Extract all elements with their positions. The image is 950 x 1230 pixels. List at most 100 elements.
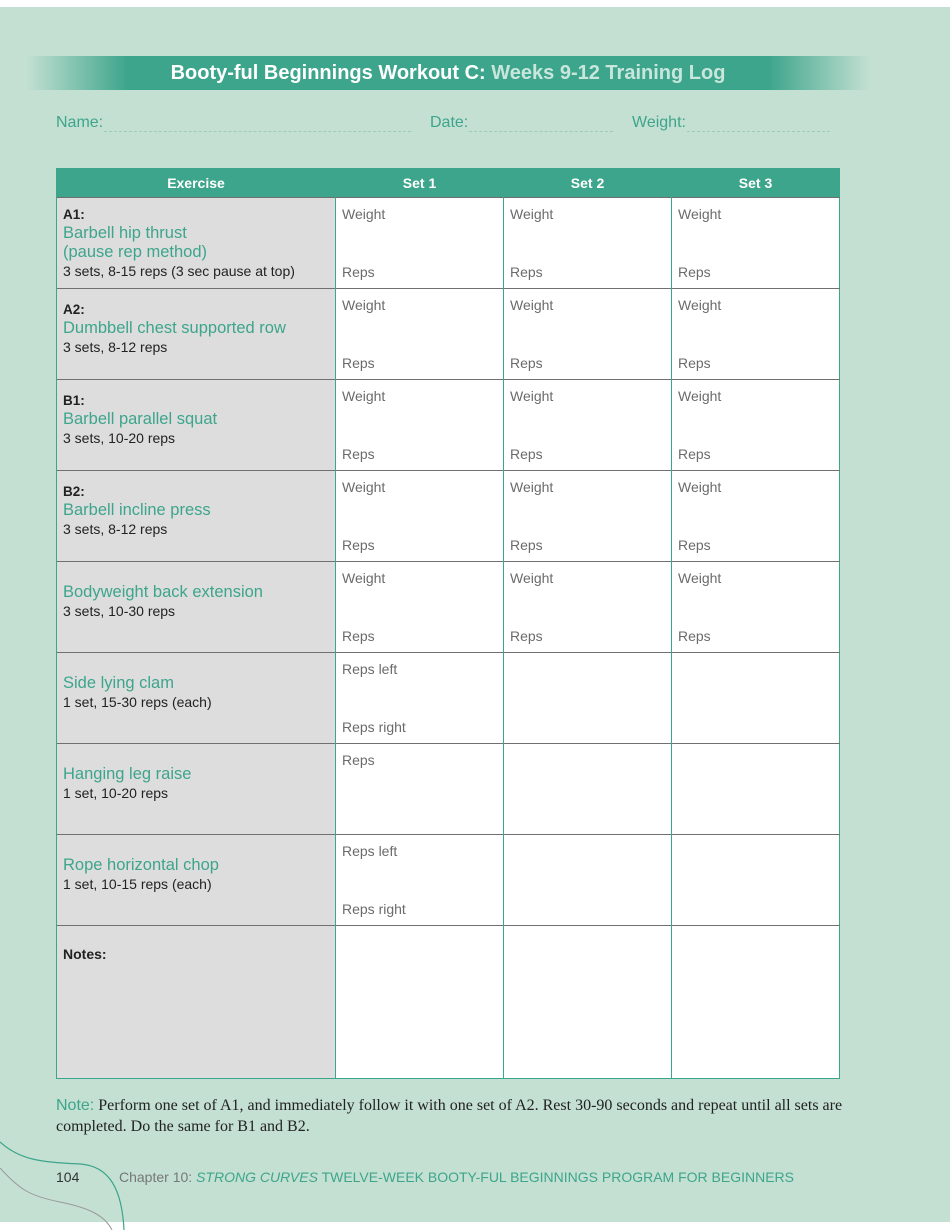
exercise-info: A1: Barbell hip thrust (pause rep method) 3… xyxy=(63,198,331,288)
set-3-cell[interactable]: Weight Reps xyxy=(671,561,840,653)
set-1-cell[interactable]: Weight Reps xyxy=(335,379,504,471)
notes-set-3-cell[interactable] xyxy=(671,925,840,1079)
cell-bottom-label: Reps xyxy=(678,537,711,553)
exercise-cell: A1: Barbell hip thrust (pause rep method) 3… xyxy=(56,197,336,289)
set-1-cell[interactable]: Weight Reps xyxy=(335,470,504,562)
set-2-cell[interactable]: Weight Reps xyxy=(503,561,672,653)
set-1-cell[interactable]: Weight Reps xyxy=(335,197,504,289)
cell-top-label: Weight xyxy=(342,388,386,404)
set-3-cell[interactable] xyxy=(671,652,840,744)
page-title-banner: Booty-ful Beginnings Workout C: Weeks 9-… xyxy=(26,56,870,90)
header-set-3: Set 3 xyxy=(671,168,840,198)
cell-bottom-label: Reps xyxy=(342,264,375,280)
set-2-cell[interactable]: Weight Reps xyxy=(503,379,672,471)
set-3-cell[interactable] xyxy=(671,834,840,926)
exercise-spec: 3 sets, 8-15 reps (3 sec pause at top) xyxy=(63,263,295,279)
exercise-name: Barbell hip thrust xyxy=(63,224,187,242)
cell-top-label: Weight xyxy=(510,388,554,404)
name-line[interactable] xyxy=(104,113,412,132)
exercise-spec: 3 sets, 8-12 reps xyxy=(63,521,168,537)
exercise-tag: A1: xyxy=(63,207,85,222)
notes-set-2-cell[interactable] xyxy=(503,925,672,1079)
cell-bottom-label: Reps xyxy=(510,628,543,644)
chapter-rest: TWELVE-WEEK BOOTY-FUL BEGINNINGS PROGRAM… xyxy=(317,1169,795,1185)
table-row: Rope horizontal chop 1 set, 10-15 reps (e… xyxy=(56,834,840,926)
weight-field[interactable]: Weight: xyxy=(632,113,830,132)
set-2-cell[interactable]: Weight Reps xyxy=(503,470,672,562)
table-header-row: Exercise Set 1 Set 2 Set 3 xyxy=(56,168,840,198)
cell-bottom-label: Reps xyxy=(678,628,711,644)
exercise-info: Bodyweight back extension 3 sets, 10-30 r… xyxy=(63,562,331,652)
set-1-cell[interactable]: Reps left Reps right xyxy=(335,834,504,926)
cell-top-label: Weight xyxy=(678,479,722,495)
header-set-2: Set 2 xyxy=(503,168,672,198)
cell-top-label: Weight xyxy=(510,479,554,495)
header-fields: Name: Date: Weight: xyxy=(56,113,838,135)
weight-line[interactable] xyxy=(686,113,830,132)
exercise-cell: A2: Dumbbell chest supported row 3 sets, 8… xyxy=(56,288,336,380)
cell-bottom-label: Reps xyxy=(342,355,375,371)
title-light: Weeks 9-12 Training Log xyxy=(491,62,726,84)
cell-top-label: Weight xyxy=(342,570,386,586)
exercise-info: Hanging leg raise 1 set, 10-20 reps xyxy=(63,744,331,834)
notes-row: Notes: xyxy=(56,925,840,1079)
cell-top-label: Reps left xyxy=(342,661,398,677)
table-row: Hanging leg raise 1 set, 10-20 reps Reps xyxy=(56,743,840,835)
exercise-spec: 3 sets, 10-20 reps xyxy=(63,430,176,446)
cell-top-label: Weight xyxy=(342,297,386,313)
cell-top-label: Weight xyxy=(342,206,386,222)
exercise-name: Hanging leg raise xyxy=(63,765,192,783)
exercise-cell: B2: Barbell incline press 3 sets, 8-12 rep… xyxy=(56,470,336,562)
set-2-cell[interactable] xyxy=(503,743,672,835)
header-set-1: Set 1 xyxy=(335,168,504,198)
exercise-tag: A2: xyxy=(63,302,85,317)
table-row: Side lying clam 1 set, 15-30 reps (each) R… xyxy=(56,652,840,744)
set-1-cell[interactable]: Reps left Reps right xyxy=(335,652,504,744)
exercise-spec: 3 sets, 10-30 reps xyxy=(63,603,176,619)
set-3-cell[interactable]: Weight Reps xyxy=(671,470,840,562)
exercise-name: Side lying clam xyxy=(63,674,174,692)
exercise-spec: 1 set, 15-30 reps (each) xyxy=(63,694,212,710)
title-bold: Booty-ful Beginnings xyxy=(170,62,373,84)
exercise-name: Rope horizontal chop xyxy=(63,856,219,874)
table-row: B1: Barbell parallel squat 3 sets, 10-20 r… xyxy=(56,379,840,471)
chapter-italic: STRONG CURVES xyxy=(196,1169,318,1185)
cell-bottom-label: Reps xyxy=(342,446,375,462)
set-1-cell[interactable]: Reps xyxy=(335,743,504,835)
notes-set-1-cell[interactable] xyxy=(335,925,504,1079)
header-exercise: Exercise xyxy=(56,168,336,198)
exercise-spec: 3 sets, 8-12 reps xyxy=(63,339,168,355)
table-row: A1: Barbell hip thrust (pause rep method) 3… xyxy=(56,197,840,289)
set-2-cell[interactable]: Weight Reps xyxy=(503,197,672,289)
set-3-cell[interactable]: Weight Reps xyxy=(671,379,840,471)
note-label: Note: xyxy=(56,1097,95,1114)
set-1-cell[interactable]: Weight Reps xyxy=(335,561,504,653)
set-3-cell[interactable]: Weight Reps xyxy=(671,288,840,380)
table-row: B2: Barbell incline press 3 sets, 8-12 rep… xyxy=(56,470,840,562)
set-3-cell[interactable]: Weight Reps xyxy=(671,197,840,289)
exercise-cell: Side lying clam 1 set, 15-30 reps (each) xyxy=(56,652,336,744)
exercise-name: (pause rep method) xyxy=(63,243,207,261)
exercise-cell: Hanging leg raise 1 set, 10-20 reps xyxy=(56,743,336,835)
chapter-footer: Chapter 10: STRONG CURVES TWELVE-WEEK BO… xyxy=(119,1169,794,1185)
set-2-cell[interactable] xyxy=(503,652,672,744)
exercise-info: Side lying clam 1 set, 15-30 reps (each) xyxy=(63,653,331,743)
exercise-name: Barbell parallel squat xyxy=(63,410,218,428)
exercise-cell: Rope horizontal chop 1 set, 10-15 reps (e… xyxy=(56,834,336,926)
cell-top-label: Weight xyxy=(510,206,554,222)
name-field[interactable]: Name: xyxy=(56,113,412,132)
cell-top-label: Weight xyxy=(678,206,722,222)
date-field[interactable]: Date: xyxy=(430,113,614,132)
exercise-tag: B1: xyxy=(63,393,85,408)
set-3-cell[interactable] xyxy=(671,743,840,835)
set-2-cell[interactable] xyxy=(503,834,672,926)
cell-top-label: Weight xyxy=(678,388,722,404)
cell-top-label: Weight xyxy=(678,297,722,313)
date-line[interactable] xyxy=(469,113,614,132)
exercise-spec: 1 set, 10-15 reps (each) xyxy=(63,876,212,892)
table-row: Bodyweight back extension 3 sets, 10-30 r… xyxy=(56,561,840,653)
set-2-cell[interactable]: Weight Reps xyxy=(503,288,672,380)
set-1-cell[interactable]: Weight Reps xyxy=(335,288,504,380)
training-log-table: Exercise Set 1 Set 2 Set 3 A1: Barbell hi… xyxy=(56,168,840,1079)
cell-bottom-label: Reps xyxy=(510,446,543,462)
